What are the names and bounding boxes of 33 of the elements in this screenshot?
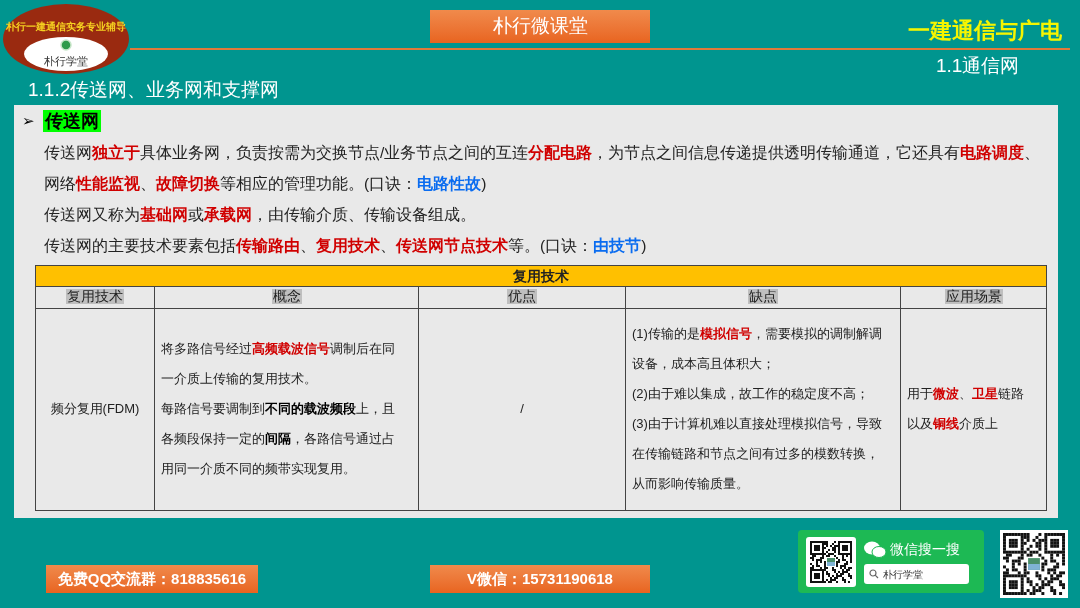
table-cell-text: /	[519, 400, 525, 418]
table-cell-text: 用于微波、卫星链路以及铜线介质上	[907, 385, 1025, 433]
column-header: 优点	[507, 288, 537, 304]
banner-title: 朴行微课堂	[430, 10, 650, 43]
qr-code-icon	[1000, 530, 1068, 598]
column-header: 概念	[271, 288, 302, 304]
column-header: 缺点	[748, 288, 778, 304]
table-cell-text: 每路信号要调制到不同的载波频段上，且各频段保持一定的间隔，各路信号通过占用同一介质不同的频带实现复用。	[161, 400, 396, 478]
column-header: 应用场景	[944, 288, 1003, 304]
chapter-title: 1.1通信网	[936, 54, 1020, 78]
table-cell-text: (1)传输的是模拟信号，需要模拟的调制解调设备，成本高且体积大；	[632, 325, 883, 373]
body-paragraph: 传送网独立于具体业务网，负责按需为交换节点/业务节点之间的互连分配电路，为节点之间信息传递提供透明传输通道，它还具有电路调度、网络性能监视、故障切换等相应的管理功能。(口诀：电路性故)	[44, 142, 1042, 194]
qq-group-label: 免费QQ交流群：818835616	[46, 565, 258, 593]
body-paragraph: 传送网又称为基础网或承载网，由传输介质、传输设备组成。	[44, 204, 477, 225]
bullet-marker: ➢	[22, 111, 35, 131]
table-cell-text: 频分复用(FDM)	[49, 400, 141, 418]
column-header: 复用技术	[66, 288, 124, 304]
table-cell-text: (3)由于计算机难以直接处理模拟信号，导致在传输链路和节点之间有过多的模数转换，从而影响传输质量。	[632, 415, 883, 493]
subject-title: 一建通信与广电	[908, 17, 1062, 45]
search-icon	[869, 569, 879, 579]
table-title: 复用技术	[35, 265, 1047, 286]
qr-code-icon	[806, 536, 856, 587]
logo-ring-text: 朴行一建通信实务专业辅导	[6, 21, 126, 32]
table-cell-text: (2)由于难以集成，故工作的稳定度不高；	[632, 385, 870, 403]
search-field[interactable]: 朴行学堂	[864, 564, 969, 584]
topic-heading: 传送网	[43, 110, 101, 133]
search-card-label: 微信搜一搜	[890, 540, 960, 559]
logo-name: 朴行学堂	[44, 55, 88, 67]
table-cell-text: 将多路信号经过高频载波信号调制后在同一介质上传输的复用技术。	[161, 340, 396, 388]
section-title: 1.1.2传送网、业务网和支撑网	[28, 78, 280, 102]
chat-bubbles-icon	[864, 540, 886, 559]
body-paragraph: 传送网的主要技术要素包括传输路由、复用技术、传送网节点技术等。(口诀：由技节)	[44, 235, 648, 256]
wechat-label: V微信：15731190618	[430, 565, 650, 593]
